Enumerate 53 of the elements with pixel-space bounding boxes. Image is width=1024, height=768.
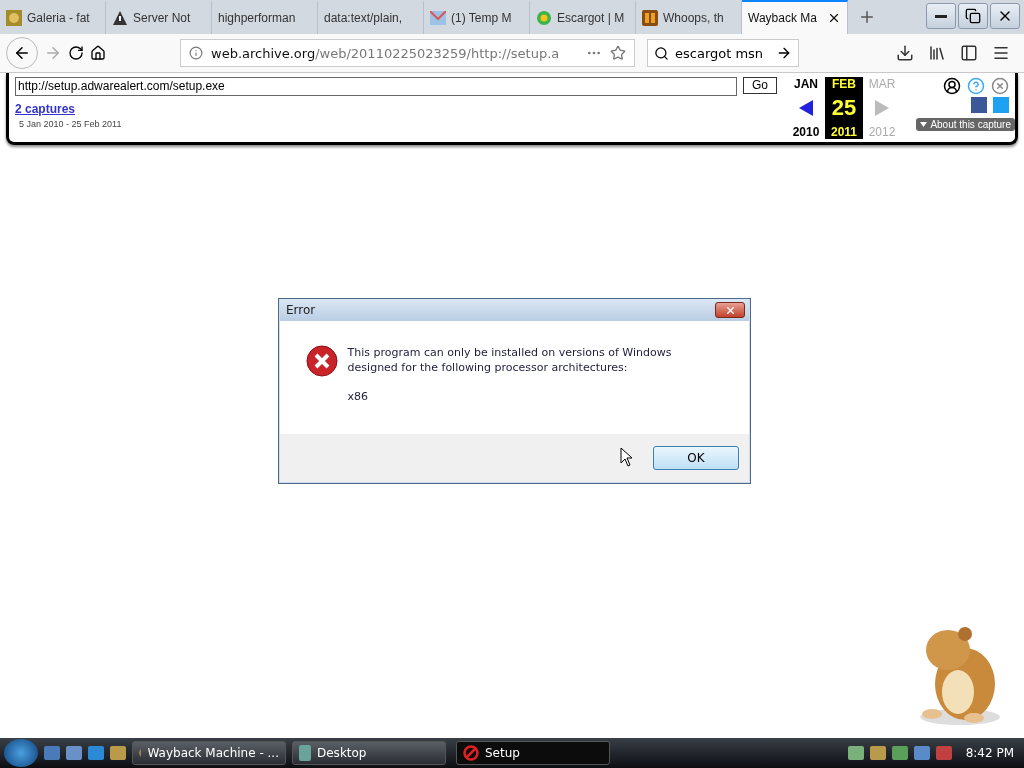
clock: 8:42 PM: [965, 746, 1014, 760]
logo-icon: [642, 10, 658, 26]
back-icon: [13, 44, 31, 62]
close-icon[interactable]: [827, 11, 841, 25]
reload-icon[interactable]: [68, 45, 84, 61]
calendar-month[interactable]: FEB 25 2011: [825, 77, 863, 139]
close-icon: [724, 304, 736, 316]
menu-icon[interactable]: [992, 44, 1010, 62]
about-capture-button[interactable]: About this capture: [916, 118, 1015, 131]
tray-icon[interactable]: [891, 746, 908, 760]
info-icon[interactable]: [189, 46, 203, 60]
captures-link[interactable]: 2 captures: [15, 102, 76, 116]
address-field[interactable]: web.archive.org/web/20110225023259/http://setup.a: [180, 39, 635, 67]
close-button[interactable]: [990, 3, 1020, 29]
error-message: This program can only be installed on versions of Windows designed for the following processor architectures:: [347, 345, 673, 375]
browser-tab[interactable]: Wayback Ma: [742, 0, 848, 34]
bookmark-star-icon[interactable]: [610, 45, 626, 61]
sidebar-icon[interactable]: [960, 44, 978, 62]
cursor-icon: [620, 447, 634, 467]
search-icon: [654, 45, 669, 61]
dialog-title: Error: [286, 303, 316, 317]
minimize-button[interactable]: [926, 3, 956, 29]
home-icon[interactable]: [90, 45, 106, 61]
start-button[interactable]: [4, 739, 38, 767]
taskbar-button[interactable]: Setup: [456, 741, 610, 765]
calendar-month[interactable]: JAN 2010: [787, 77, 825, 139]
user-icon[interactable]: [943, 77, 961, 95]
mail-icon: [430, 11, 446, 25]
globe-icon: [536, 10, 552, 26]
help-icon[interactable]: [967, 77, 985, 95]
tray-icon[interactable]: [847, 746, 864, 760]
date-range: 5 Jan 2010 - 25 Feb 2011: [19, 119, 123, 129]
warning-icon: [112, 10, 128, 26]
previous-arrow-icon[interactable]: [799, 100, 813, 116]
dialog-close-button[interactable]: [715, 302, 745, 318]
architecture-text: x86: [347, 389, 370, 404]
restore-button[interactable]: [958, 3, 988, 29]
taskbar-button[interactable]: Wayback Machine - ...: [132, 741, 286, 765]
new-tab-icon[interactable]: [858, 8, 876, 26]
ok-button[interactable]: OK: [653, 446, 739, 470]
go-button[interactable]: Go: [743, 77, 777, 94]
url-field[interactable]: http://setup.adwarealert.com/setup.exe: [15, 77, 737, 96]
restore-icon: [965, 8, 981, 24]
library-icon[interactable]: [928, 44, 946, 62]
minimize-icon: [935, 14, 947, 18]
search-field[interactable]: escargot msn: [647, 39, 799, 67]
tray-icon[interactable]: [869, 746, 886, 760]
stop-icon: [463, 745, 479, 761]
error-icon: [306, 345, 338, 377]
taskbar-button[interactable]: Desktop: [292, 741, 446, 765]
folder-icon: [299, 745, 311, 761]
download-icon[interactable]: [896, 44, 914, 62]
caret-icon: [920, 122, 928, 127]
